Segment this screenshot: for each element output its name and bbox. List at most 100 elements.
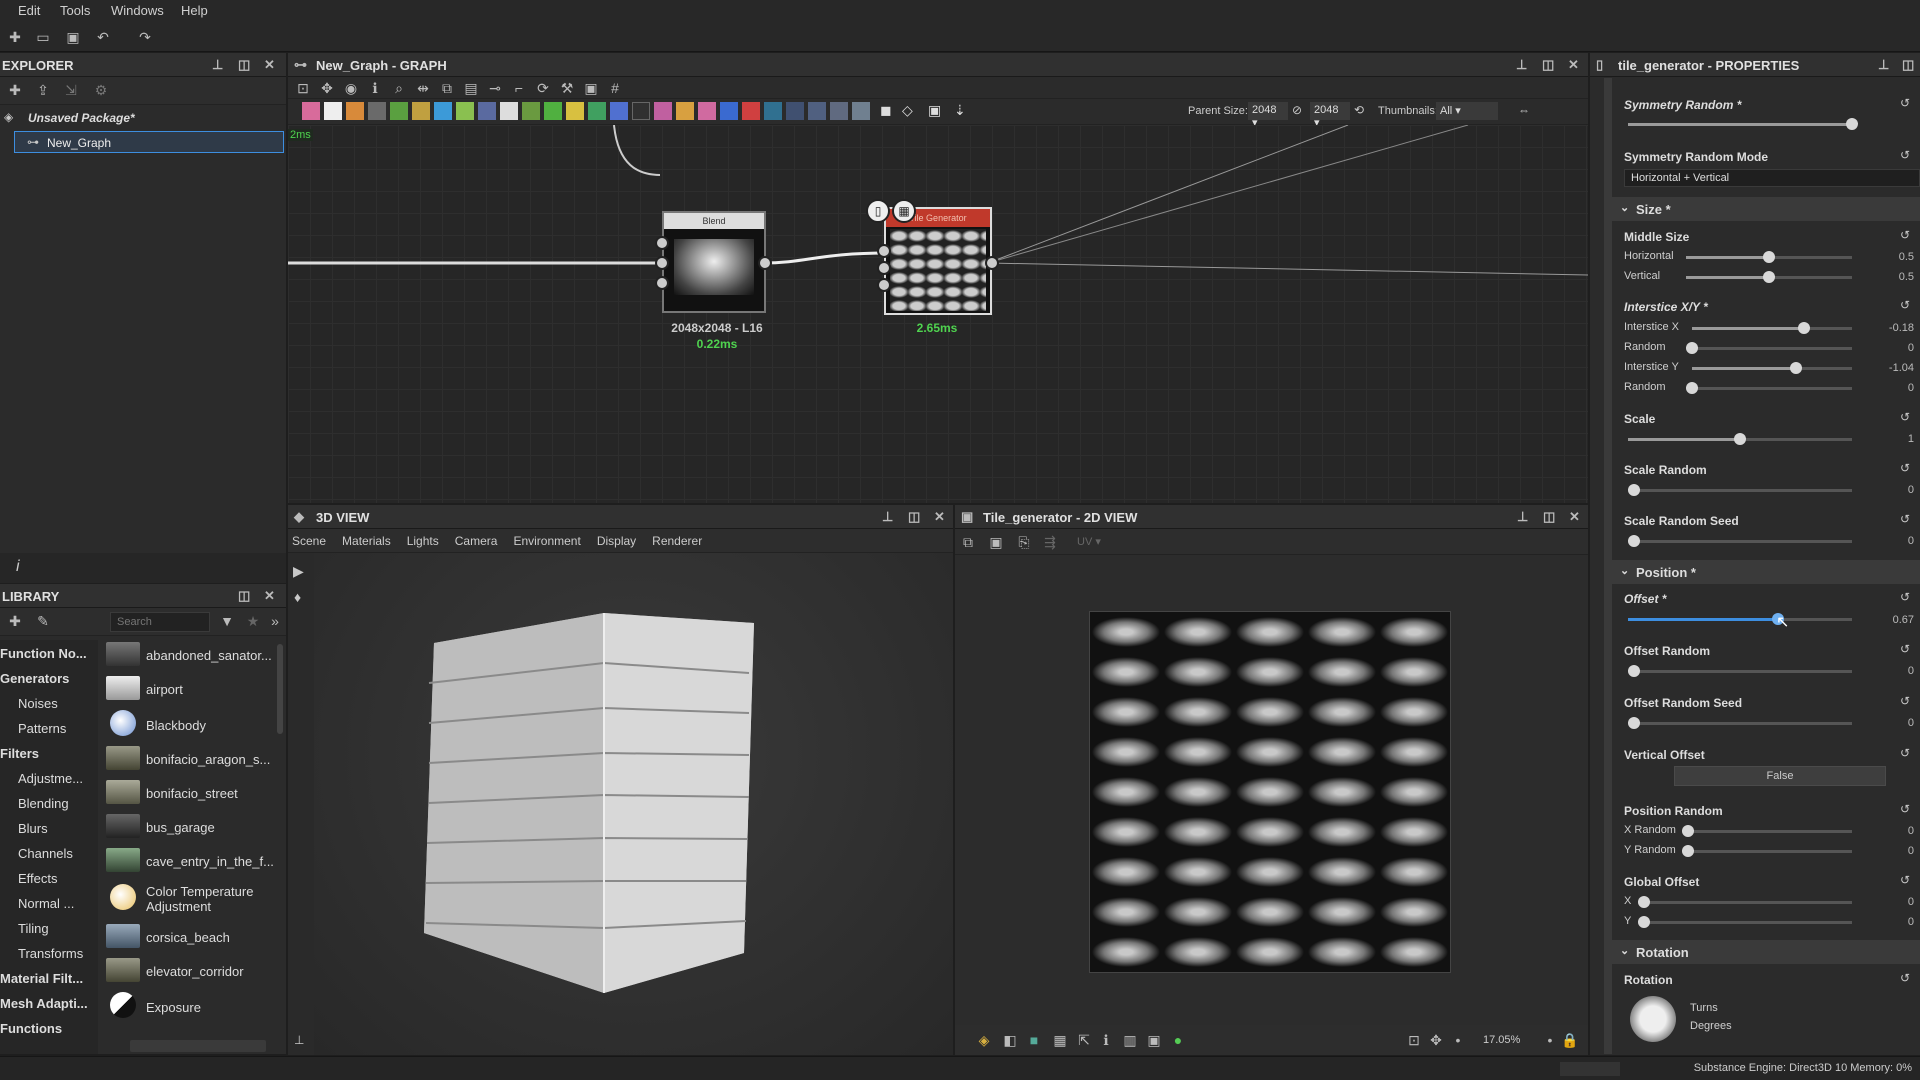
distance-icon[interactable]: [676, 102, 694, 120]
menu-camera[interactable]: Camera: [455, 534, 498, 548]
horizontal-slider[interactable]: [1686, 251, 1852, 263]
blur-icon[interactable]: [478, 102, 496, 120]
pin-icon[interactable]: ⊥: [882, 509, 893, 525]
add-resource-icon[interactable]: ✚: [6, 612, 24, 630]
gradient-dynamic-icon[interactable]: [808, 102, 826, 120]
x-random-slider[interactable]: [1682, 825, 1852, 837]
interstice-random-slider[interactable]: [1686, 342, 1852, 354]
levels-icon[interactable]: [412, 102, 430, 120]
close-icon[interactable]: ✕: [1568, 57, 1579, 73]
axis-icon[interactable]: ⊥: [294, 1033, 304, 1047]
input-icon[interactable]: [764, 102, 782, 120]
bitmap-icon[interactable]: [324, 102, 342, 120]
maximize-icon[interactable]: ◫: [1543, 509, 1555, 525]
maximize-icon[interactable]: ◫: [238, 57, 250, 73]
category-tiling[interactable]: Tiling: [18, 921, 49, 936]
fx-map-icon[interactable]: [654, 102, 672, 120]
close-icon[interactable]: ✕: [1569, 509, 1580, 525]
offset-random-seed-slider[interactable]: [1628, 717, 1852, 729]
y-random-slider[interactable]: [1682, 845, 1852, 857]
slider-knob[interactable]: [1682, 825, 1694, 837]
redo-icon[interactable]: ↷: [136, 28, 154, 46]
category-generators[interactable]: Generators: [0, 671, 69, 686]
refresh-icon[interactable]: ⟳: [534, 79, 552, 97]
info-icon[interactable]: ℹ: [366, 79, 384, 97]
export-icon[interactable]: ⇲: [62, 81, 80, 99]
merge-icon[interactable]: [852, 102, 870, 120]
menu-display[interactable]: Display: [597, 534, 636, 548]
thumbnails-select[interactable]: All ▾: [1436, 102, 1498, 120]
scale-random-seed-slider[interactable]: [1628, 535, 1852, 547]
close-icon[interactable]: ✕: [934, 509, 945, 525]
color-picker-icon[interactable]: ●: [1169, 1031, 1187, 1049]
library-item[interactable]: abandoned_sanator...: [146, 648, 272, 663]
slider-knob[interactable]: [1638, 896, 1650, 908]
input-port[interactable]: [877, 261, 891, 275]
interstice-y-slider[interactable]: [1692, 362, 1852, 374]
package-row[interactable]: ◈ Unsaved Package*: [0, 107, 286, 129]
library-item[interactable]: corsica_beach: [146, 930, 230, 945]
section-position[interactable]: ⌄ Position *: [1612, 560, 1920, 584]
library-item[interactable]: cave_entry_in_the_f...: [146, 854, 274, 869]
output-port[interactable]: [985, 256, 999, 270]
channels-icon[interactable]: ◧: [1001, 1031, 1019, 1049]
grid-node-icon[interactable]: [500, 102, 518, 120]
reset-icon[interactable]: ↺: [1900, 590, 1910, 604]
vertical-offset-toggle[interactable]: False: [1674, 766, 1886, 786]
fit-icon[interactable]: ⊡: [1405, 1031, 1423, 1049]
new-package-icon[interactable]: ✚: [6, 28, 24, 46]
node-doc-icon[interactable]: ▯: [866, 199, 890, 223]
library-scrollbar[interactable]: [277, 644, 283, 734]
reset-icon[interactable]: ⟲: [1354, 103, 1364, 117]
slider-knob[interactable]: [1628, 717, 1640, 729]
warp-icon[interactable]: [588, 102, 606, 120]
input-port[interactable]: [655, 276, 669, 290]
reset-icon[interactable]: ↺: [1900, 971, 1910, 985]
category-material-filters[interactable]: Material Filt...: [0, 971, 83, 986]
comment-icon[interactable]: ◼: [880, 102, 892, 119]
menu-tools[interactable]: Tools: [60, 3, 90, 18]
share-icon[interactable]: ⧉: [438, 79, 456, 97]
library-item[interactable]: Color Temperature Adjustment: [146, 884, 266, 914]
library-search-input[interactable]: [110, 612, 210, 632]
collapse-icon[interactable]: »: [266, 612, 284, 630]
camera-icon[interactable]: ◉: [342, 79, 360, 97]
pin-icon[interactable]: ⊥: [1516, 57, 1527, 73]
color-icon[interactable]: ■: [1025, 1031, 1043, 1049]
new-graph-icon[interactable]: ✚: [6, 81, 24, 99]
slider-knob[interactable]: [1734, 433, 1746, 445]
share-icon[interactable]: ⇶: [1041, 533, 1059, 551]
uv-select[interactable]: UV ▾: [1077, 535, 1101, 548]
dot-node-icon[interactable]: ⇣: [954, 102, 966, 119]
library-item[interactable]: bonifacio_aragon_s...: [146, 752, 270, 767]
scale-slider[interactable]: [1628, 433, 1852, 445]
slider-knob[interactable]: [1846, 118, 1858, 130]
category-function-nodes[interactable]: Function No...: [0, 646, 87, 661]
menu-windows[interactable]: Windows: [111, 3, 164, 18]
emboss-icon[interactable]: [522, 102, 540, 120]
value-processor-icon[interactable]: [786, 102, 804, 120]
grid-icon[interactable]: #: [606, 79, 624, 97]
display-icon[interactable]: ▣: [582, 79, 600, 97]
toggle-icon[interactable]: ⇔: [1518, 103, 1530, 117]
node-checker-icon[interactable]: ▦: [892, 199, 916, 223]
maximize-icon[interactable]: ◫: [238, 588, 250, 604]
vertical-slider[interactable]: [1686, 271, 1852, 283]
reset-icon[interactable]: ↺: [1900, 96, 1910, 110]
section-size[interactable]: ⌄ Size *: [1612, 197, 1920, 221]
view3d-viewport[interactable]: [314, 553, 953, 1055]
section-rotation[interactable]: ⌄ Rotation: [1612, 940, 1920, 964]
hsl-icon[interactable]: [566, 102, 584, 120]
maximize-icon[interactable]: ◫: [1902, 57, 1914, 73]
reset-icon[interactable]: ↺: [1900, 873, 1910, 887]
category-mesh-adaptive[interactable]: Mesh Adapti...: [0, 996, 88, 1011]
output-icon[interactable]: [742, 102, 760, 120]
svg-icon[interactable]: [720, 102, 738, 120]
open-folder-icon[interactable]: ▭: [34, 28, 52, 46]
split-icon[interactable]: [830, 102, 848, 120]
text-icon[interactable]: [698, 102, 716, 120]
reset-icon[interactable]: ↺: [1900, 298, 1910, 312]
reset-icon[interactable]: ↺: [1900, 148, 1910, 162]
category-effects[interactable]: Effects: [18, 871, 58, 886]
maximize-icon[interactable]: ◫: [908, 509, 920, 525]
